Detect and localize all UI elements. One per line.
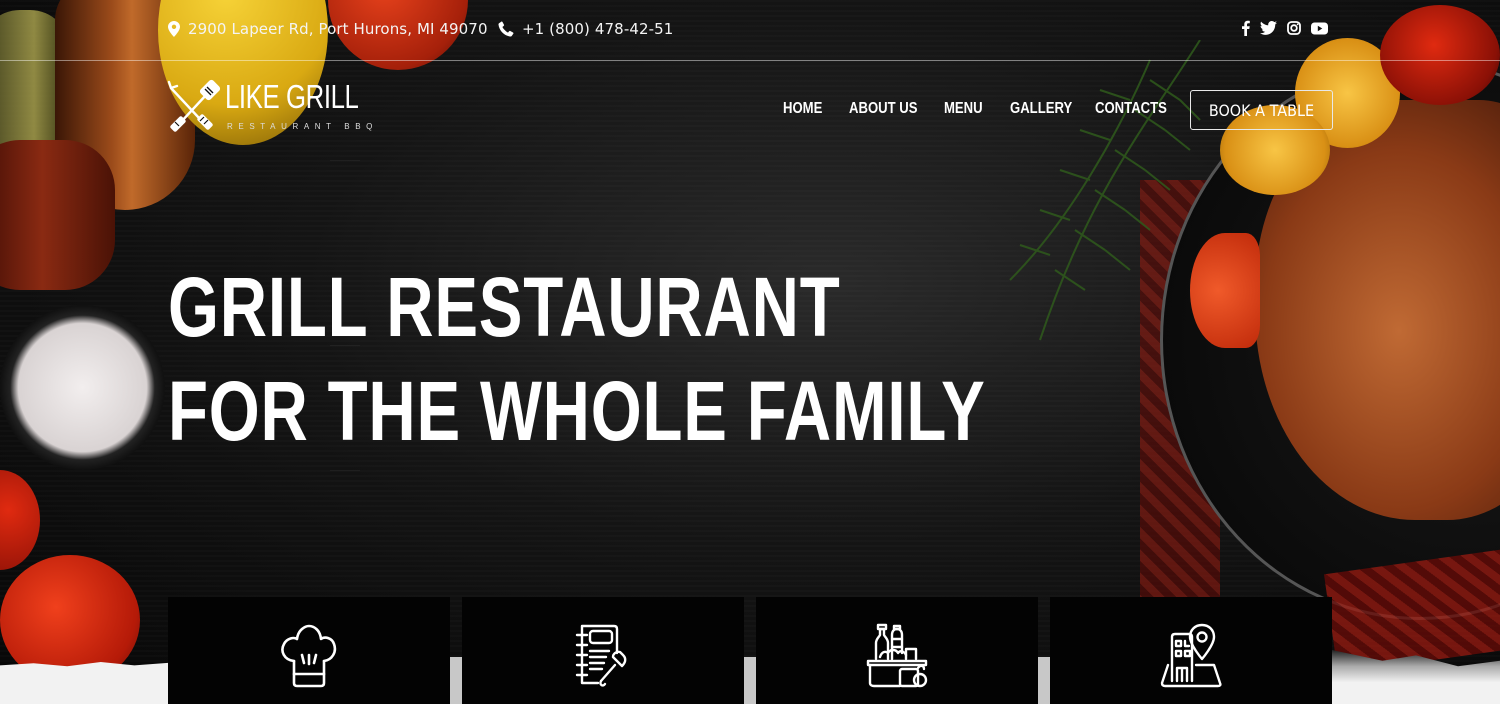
torn-paper-edge (0, 662, 168, 704)
hero-heading: GRILL RESTAURANT FOR THE WHOLE FAMILY (168, 255, 986, 463)
address-text: 2900 Lapeer Rd, Port Hurons, MI 49070 (188, 20, 488, 38)
grocery-basket-icon (866, 623, 928, 688)
book-a-table-button[interactable]: BOOK A TABLE (1190, 90, 1333, 130)
map-marker-icon (168, 21, 180, 37)
book-a-table-label: BOOK A TABLE (1208, 100, 1315, 120)
facebook-icon[interactable] (1241, 20, 1250, 36)
torn-paper-edge (744, 657, 756, 704)
nav-item-gallery[interactable]: GALLERY (1010, 100, 1080, 118)
salt-bowl-image (0, 305, 165, 470)
torn-paper-edge (450, 657, 462, 704)
nav-item-menu[interactable]: MENU (944, 100, 998, 118)
feature-cards (168, 597, 1332, 704)
twitter-icon[interactable] (1260, 21, 1277, 35)
hero-heading-line-1: GRILL RESTAURANT (168, 260, 841, 354)
menu-book-icon (575, 624, 627, 687)
youtube-icon[interactable] (1311, 22, 1328, 35)
wood-texture-line (330, 160, 360, 161)
rosemary-image (1009, 40, 1201, 341)
phone-text: +1 (800) 478-42-51 (522, 20, 674, 38)
feature-card[interactable] (168, 597, 450, 704)
logo[interactable]: LIKE GRILL RESTAURANT BBQ (167, 78, 372, 134)
feature-card[interactable] (756, 597, 1038, 704)
hero-heading-line-2: FOR THE WHOLE FAMILY (168, 364, 986, 458)
phone[interactable]: +1 (800) 478-42-51 (498, 20, 673, 38)
crossed-fork-spatula-icon (167, 79, 221, 132)
torn-paper-edge (1038, 657, 1050, 704)
pepper-mill-image (0, 140, 115, 290)
phone-icon (498, 21, 514, 37)
social-links (1241, 20, 1328, 36)
feature-card[interactable] (1050, 597, 1332, 704)
building-location-icon (1160, 623, 1222, 688)
logo-subtitle: RESTAURANT BBQ (227, 122, 379, 131)
top-bar: 2900 Lapeer Rd, Port Hurons, MI 49070 +1… (0, 0, 1500, 61)
instagram-icon[interactable] (1287, 21, 1301, 35)
address: 2900 Lapeer Rd, Port Hurons, MI 49070 (168, 20, 488, 38)
nav-item-contacts[interactable]: CONTACTS (1095, 100, 1167, 118)
feature-card[interactable] (462, 597, 744, 704)
chef-hat-icon (281, 624, 337, 688)
nav-item-home[interactable]: HOME (783, 100, 837, 118)
nav-item-about-us[interactable]: ABOUT US (849, 100, 927, 118)
main-nav: HOME ABOUT US MENU GALLERY CONTACTS (783, 100, 1175, 118)
logo-title: LIKE GRILL (225, 78, 359, 115)
wood-texture-line (330, 470, 360, 471)
